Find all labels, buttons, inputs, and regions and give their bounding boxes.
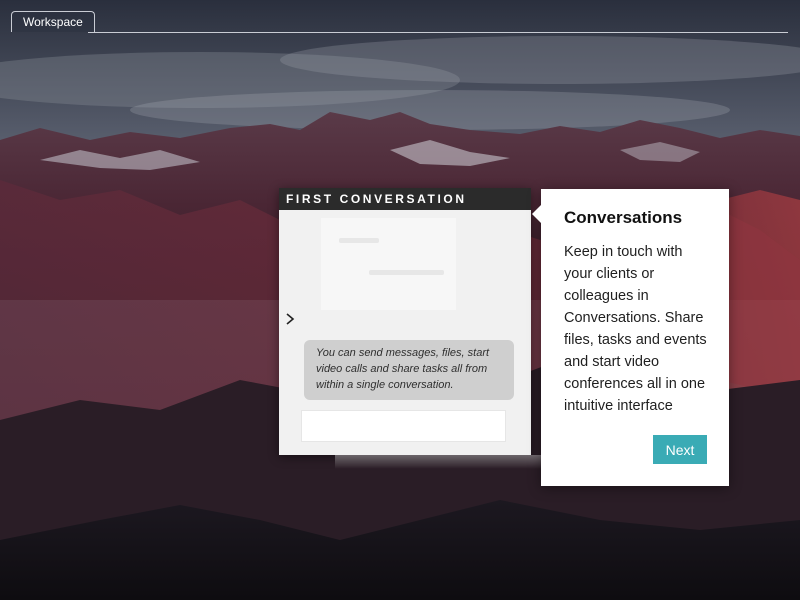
conversation-preview-card: FIRST CONVERSATION You can send messages…	[279, 188, 531, 455]
tab-underline	[88, 32, 788, 33]
onboarding-tooltip: Conversations Keep in touch with your cl…	[532, 189, 729, 486]
chevron-right-icon[interactable]	[285, 312, 295, 330]
ghost-content-placeholder	[321, 218, 456, 310]
tooltip-body: Keep in touch with your clients or colle…	[564, 244, 707, 414]
preview-header: FIRST CONVERSATION	[279, 188, 531, 210]
ghost-line	[369, 270, 444, 275]
message-input[interactable]	[301, 410, 506, 442]
tab-workspace[interactable]: Workspace	[11, 11, 95, 32]
tab-bar: Workspace	[0, 0, 800, 34]
tooltip-arrow	[532, 205, 541, 223]
tooltip-title: Conversations	[564, 208, 683, 227]
next-button[interactable]: Next	[653, 435, 707, 464]
ghost-line	[339, 238, 379, 243]
preview-reflection	[335, 455, 550, 469]
message-bubble: You can send messages, files, start vide…	[304, 340, 514, 400]
